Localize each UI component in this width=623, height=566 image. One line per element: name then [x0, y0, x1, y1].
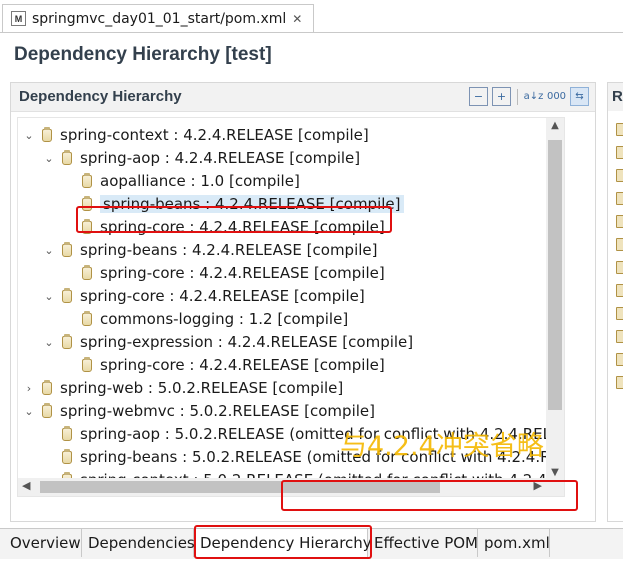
tree-item-label: spring-web : 5.0.2.RELEASE [compile]	[60, 379, 344, 397]
expand-chevron-icon[interactable]: ⌄	[42, 290, 56, 303]
tab-effective-pom[interactable]: Effective POM	[370, 529, 478, 557]
section-header: Dependency Hierarchy − + a↓z 000 ⇆	[11, 83, 595, 112]
tree-item-label: spring-expression : 4.2.4.RELEASE [compi…	[80, 333, 414, 351]
right-section-header: Re	[608, 83, 623, 111]
jar-icon	[62, 448, 72, 464]
vertical-scrollbar[interactable]: ▲ ▼	[546, 118, 564, 480]
jar-icon	[616, 353, 623, 366]
tab-dependencies[interactable]: Dependencies	[84, 529, 195, 557]
jar-icon	[616, 192, 623, 205]
collapsed-chevron-icon[interactable]: ›	[22, 382, 36, 395]
tab-pom-xml[interactable]: pom.xml	[480, 529, 550, 557]
tree-item-label: spring-webmvc : 5.0.2.RELEASE [compile]	[60, 402, 375, 420]
jar-icon	[82, 264, 92, 280]
close-icon[interactable]: ✕	[292, 12, 302, 26]
section-toolbar: − + a↓z 000 ⇆	[469, 87, 589, 106]
scroll-left-icon[interactable]: ◀	[22, 479, 30, 492]
jar-icon	[616, 307, 623, 320]
tree-item[interactable]: ⌄ spring-aop : 4.2.4.RELEASE [compile]	[42, 147, 360, 169]
tree-item[interactable]: ⌄ spring-core : 4.2.4.RELEASE [compile]	[42, 285, 365, 307]
annotation-text: 与4.2.4冲突省略	[340, 431, 544, 462]
jar-icon	[62, 287, 72, 303]
scroll-up-icon[interactable]: ▲	[546, 120, 564, 131]
jar-icon	[42, 379, 52, 395]
expand-chevron-icon[interactable]: ⌄	[42, 152, 56, 165]
expand-chevron-icon[interactable]: ⌄	[42, 244, 56, 257]
jar-icon	[616, 169, 623, 182]
tree-item-label: commons-logging : 1.2 [compile]	[100, 310, 349, 328]
tree-item[interactable]: › spring-web : 5.0.2.RELEASE [compile]	[22, 377, 343, 399]
jar-icon	[616, 215, 623, 228]
tab-divider	[0, 32, 623, 33]
jar-icon	[82, 356, 92, 372]
jar-icon	[616, 146, 623, 159]
jar-icon	[62, 333, 72, 349]
tree-item[interactable]: spring-core : 4.2.4.RELEASE [compile]	[62, 354, 385, 376]
tree-item-label: aopalliance : 1.0 [compile]	[100, 172, 300, 190]
jar-icon	[616, 261, 623, 274]
jar-icon	[82, 172, 92, 188]
jar-icon	[616, 376, 623, 389]
editor-tab-title: springmvc_day01_01_start/pom.xml	[32, 10, 287, 27]
maven-file-icon: M	[11, 11, 26, 26]
tree-item[interactable]: spring-core : 4.2.4.RELEASE [compile]	[62, 262, 385, 284]
expand-chevron-icon[interactable]: ⌄	[42, 336, 56, 349]
jar-icon	[616, 238, 623, 251]
jar-icon	[616, 123, 623, 136]
editor-tab-pom[interactable]: M springmvc_day01_01_start/pom.xml ✕	[2, 4, 314, 32]
highlight-box-spring-core-424	[76, 206, 392, 233]
jar-icon	[616, 284, 623, 297]
scroll-down-icon[interactable]: ▼	[546, 467, 564, 478]
show-versions-icon[interactable]: 000	[547, 87, 566, 106]
jar-icon	[62, 149, 72, 165]
collapse-all-icon[interactable]: −	[469, 87, 488, 106]
jar-icon	[62, 425, 72, 441]
tree-item[interactable]: aopalliance : 1.0 [compile]	[62, 170, 300, 192]
right-section-title: Re	[612, 88, 623, 105]
resolved-dependencies-section: Re	[607, 82, 623, 522]
expand-chevron-icon[interactable]: ⌄	[22, 129, 36, 142]
tree-item-label: spring-context : 4.2.4.RELEASE [compile]	[60, 126, 369, 144]
highlight-box-active-tab	[194, 525, 372, 559]
tree-item-label: spring-core : 4.2.4.RELEASE [compile]	[100, 356, 385, 374]
jar-icon	[62, 241, 72, 257]
tab-overview[interactable]: Overview	[6, 529, 82, 557]
jar-icon	[82, 310, 92, 326]
toolbar-separator	[517, 88, 518, 105]
tree-item[interactable]: ⌄ spring-webmvc : 5.0.2.RELEASE [compile]	[22, 400, 375, 422]
tree-item-label: spring-core : 4.2.4.RELEASE [compile]	[100, 264, 385, 282]
tree-item[interactable]: ⌄ spring-beans : 4.2.4.RELEASE [compile]	[42, 239, 378, 261]
tree-item-label: spring-aop : 4.2.4.RELEASE [compile]	[80, 149, 361, 167]
jar-icon	[42, 402, 52, 418]
tree-item[interactable]: ⌄ spring-expression : 4.2.4.RELEASE [comp…	[42, 331, 413, 353]
expand-chevron-icon[interactable]: ⌄	[22, 405, 36, 418]
tree-item-label: spring-core : 4.2.4.RELEASE [compile]	[80, 287, 365, 305]
page-title: Dependency Hierarchy [test]	[14, 44, 272, 65]
link-with-selection-icon[interactable]: ⇆	[570, 87, 589, 106]
tree-item[interactable]: ⌄ spring-context : 4.2.4.RELEASE [compile…	[22, 124, 369, 146]
jar-icon	[64, 494, 70, 496]
tree-item[interactable]: commons-logging : 1.2 [compile]	[62, 308, 348, 330]
highlight-box-omitted-conflict	[281, 480, 578, 511]
tree-item-label: spring-beans : 4.2.4.RELEASE [compile]	[80, 241, 378, 259]
jar-icon	[616, 330, 623, 343]
expand-all-icon[interactable]: +	[492, 87, 511, 106]
jar-icon	[42, 126, 52, 142]
sort-icon[interactable]: a↓z	[524, 87, 544, 106]
section-title: Dependency Hierarchy	[19, 88, 182, 105]
scrollbar-thumb[interactable]	[548, 140, 562, 410]
